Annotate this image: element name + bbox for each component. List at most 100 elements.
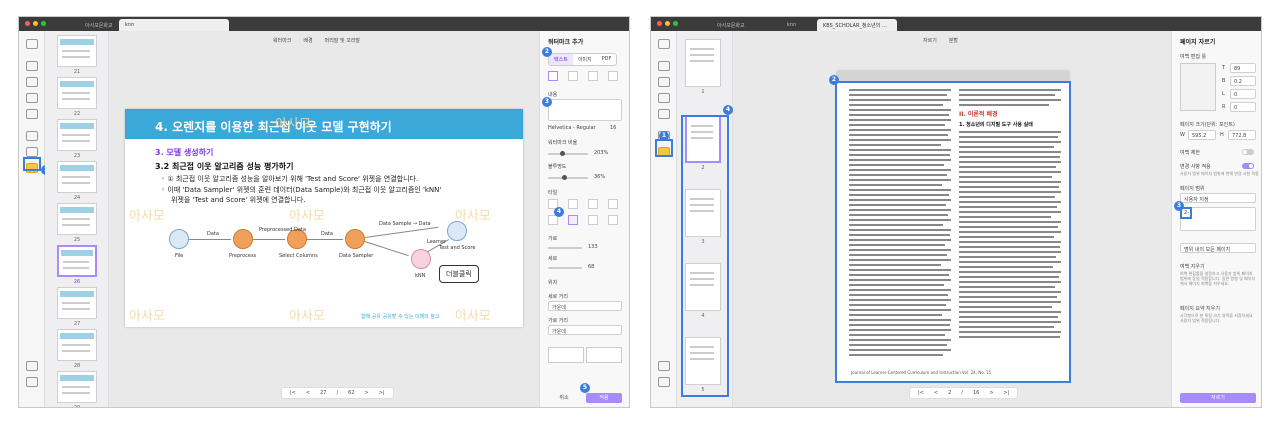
margin-top-input[interactable]: 89 xyxy=(1230,63,1256,73)
next-page-button[interactable]: > xyxy=(365,390,369,396)
tab-kbs-scholar[interactable]: KBS_SCHOLAR_청소년의 ... xyxy=(817,19,897,31)
thumbnail[interactable] xyxy=(57,35,97,67)
style-option-1[interactable] xyxy=(548,71,558,81)
page-range-select[interactable]: 사용자 지정 xyxy=(1180,193,1256,203)
thumbnail[interactable] xyxy=(57,371,97,403)
apply-changes-toggle[interactable] xyxy=(1242,163,1254,169)
background-button[interactable]: 배경 xyxy=(303,37,312,44)
ratio-slider[interactable] xyxy=(548,153,588,155)
current-page-input[interactable]: 2 xyxy=(948,390,951,396)
zoom-window-icon[interactable] xyxy=(41,21,46,26)
zoom-window-icon[interactable] xyxy=(673,21,678,26)
tile-option-3[interactable] xyxy=(588,199,598,209)
comment-icon[interactable] xyxy=(658,77,670,87)
margin-bottom-input[interactable]: 0.2 xyxy=(1230,76,1256,86)
tile-option-7[interactable] xyxy=(588,215,598,225)
tile-option-4[interactable] xyxy=(608,199,618,209)
last-page-button[interactable]: >| xyxy=(379,390,385,396)
bookmark-icon[interactable] xyxy=(658,377,670,387)
margin-right-input[interactable]: 0 xyxy=(1230,102,1256,112)
tab-text[interactable]: 텍스트 xyxy=(549,54,573,65)
close-window-icon[interactable] xyxy=(657,21,662,26)
minimize-window-icon[interactable] xyxy=(665,21,670,26)
tab-knn[interactable]: knn xyxy=(119,19,229,31)
vertical-distance-select[interactable]: 가운데 xyxy=(548,301,622,311)
thumbnail[interactable] xyxy=(57,329,97,361)
home-icon[interactable] xyxy=(26,39,38,49)
comment-icon[interactable] xyxy=(26,77,38,87)
ratio-value[interactable]: 203% xyxy=(594,150,608,156)
style-option-4[interactable] xyxy=(608,71,618,81)
thumbnail[interactable] xyxy=(57,119,97,151)
back-layer-option[interactable] xyxy=(586,347,622,363)
thumbnail-number: 24 xyxy=(73,195,81,201)
edit-icon[interactable] xyxy=(26,61,38,71)
front-layer-option[interactable] xyxy=(548,347,584,363)
first-page-button[interactable]: |< xyxy=(290,390,296,396)
horizontal-distance-select[interactable]: 가운데 xyxy=(548,325,622,335)
first-page-button[interactable]: |< xyxy=(918,390,924,396)
thumbnail[interactable] xyxy=(57,203,97,235)
tab-image[interactable]: 이미지 xyxy=(573,54,597,65)
protect-icon[interactable] xyxy=(26,131,38,141)
margin-limit-toggle[interactable] xyxy=(1242,149,1254,155)
opacity-value[interactable]: 36% xyxy=(594,174,605,180)
image-icon[interactable] xyxy=(26,93,38,103)
current-page-input[interactable]: 27 xyxy=(320,390,326,396)
next-page-button[interactable]: > xyxy=(989,390,993,396)
watermark-button[interactable]: 워터마크 xyxy=(273,37,291,44)
close-window-icon[interactable] xyxy=(25,21,30,26)
image-icon[interactable] xyxy=(658,93,670,103)
organize-icon[interactable] xyxy=(26,147,38,157)
window-controls[interactable] xyxy=(657,21,678,26)
bookmark-icon[interactable] xyxy=(26,377,38,387)
cancel-button[interactable]: 취소 xyxy=(546,393,582,403)
style-option-2[interactable] xyxy=(568,71,578,81)
tile-option-selected[interactable] xyxy=(568,215,578,225)
header-footer-button[interactable]: 머리말 및 꼬리말 xyxy=(325,37,360,44)
watermark-text-input[interactable] xyxy=(548,99,622,121)
ratio-slider-knob[interactable] xyxy=(560,151,565,156)
tab-1[interactable]: 아사모문화교 xyxy=(79,19,119,31)
crop-box[interactable] xyxy=(835,81,1071,383)
thumbnail[interactable] xyxy=(57,287,97,319)
tile-option-8[interactable] xyxy=(608,215,618,225)
home-icon[interactable] xyxy=(658,39,670,49)
tab-knn[interactable]: knn xyxy=(781,19,802,31)
prev-page-button[interactable]: < xyxy=(306,390,310,396)
thumbnail[interactable] xyxy=(57,77,97,109)
apply-button[interactable]: 적용 xyxy=(586,393,622,403)
opacity-slider[interactable] xyxy=(548,177,588,179)
opacity-slider-knob[interactable] xyxy=(562,175,567,180)
font-name[interactable]: Helvetica - Regular xyxy=(548,125,596,131)
step-badge-3: 3 xyxy=(542,97,552,107)
edit-icon[interactable] xyxy=(658,61,670,71)
layers-icon[interactable] xyxy=(658,361,670,371)
x-spacing-slider[interactable] xyxy=(548,247,582,249)
tab-pdf[interactable]: PDF xyxy=(597,54,617,65)
style-option-3[interactable] xyxy=(588,71,598,81)
thumbnail[interactable] xyxy=(57,161,97,193)
y-value[interactable]: 68 xyxy=(588,264,594,270)
thumbnail-selected[interactable] xyxy=(57,245,97,277)
font-size[interactable]: 16 xyxy=(610,125,616,131)
form-icon[interactable] xyxy=(26,109,38,119)
width-input[interactable]: 595.2 xyxy=(1188,130,1216,140)
window-controls[interactable] xyxy=(25,21,46,26)
minimize-window-icon[interactable] xyxy=(33,21,38,26)
thumbnail[interactable] xyxy=(685,39,721,87)
tile-option-2[interactable] xyxy=(568,199,578,209)
crop-button[interactable]: 자르기 xyxy=(923,37,937,44)
height-input[interactable]: 772.8 xyxy=(1228,130,1256,140)
page-scope-select[interactable]: 범위 내의 모든 페이지 xyxy=(1180,243,1256,253)
layers-icon[interactable] xyxy=(26,361,38,371)
form-icon[interactable] xyxy=(658,109,670,119)
prev-page-button[interactable]: < xyxy=(934,390,938,396)
last-page-button[interactable]: >| xyxy=(1004,390,1010,396)
x-value[interactable]: 133 xyxy=(588,244,598,250)
y-spacing-slider[interactable] xyxy=(548,267,582,269)
margin-left-input[interactable]: 0 xyxy=(1230,89,1256,99)
crop-apply-button[interactable]: 자르기 xyxy=(1180,393,1256,403)
tab-1[interactable]: 아사모문화교 xyxy=(711,19,751,31)
split-button[interactable]: 분할 xyxy=(949,37,958,44)
